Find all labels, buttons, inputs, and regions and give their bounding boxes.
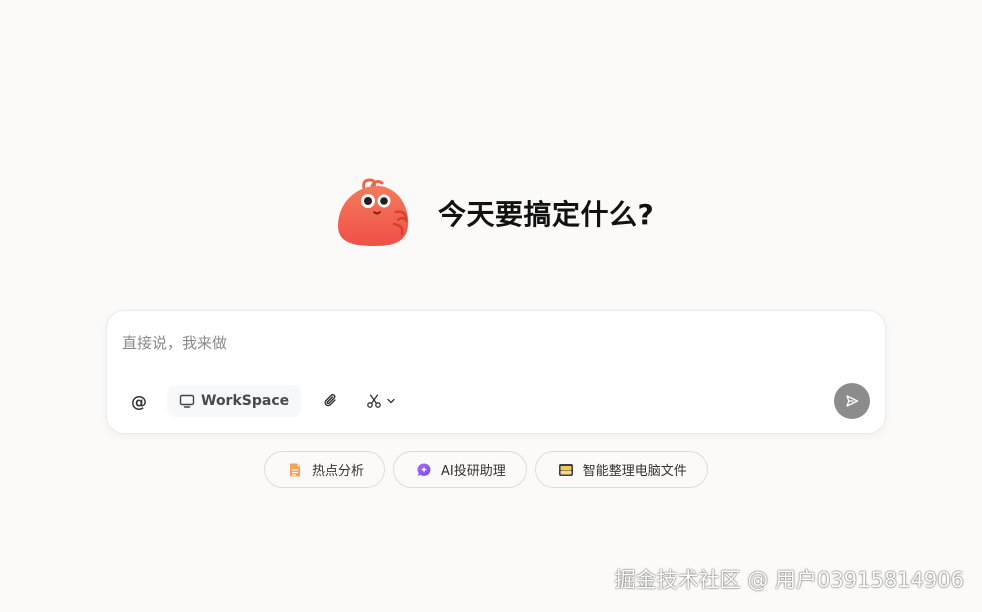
scissors-icon [367,394,381,408]
mascot-icon [338,178,409,246]
hero: 今天要搞定什么? [334,176,654,250]
document-icon [290,463,300,476]
mention-button[interactable]: @ [123,385,155,417]
paperclip-icon [324,394,336,407]
monitor-icon [179,394,195,408]
attach-button[interactable] [315,385,347,417]
send-icon [846,395,859,407]
composer-toolbar: @ WorkSpace [123,385,405,417]
prompt-input[interactable] [122,331,862,355]
folder-icon [558,463,573,476]
workspace-button[interactable]: WorkSpace [167,385,302,417]
at-icon: @ [131,391,147,411]
suggestion-chip-organize-files[interactable]: 智能整理电脑文件 [534,451,708,488]
send-button[interactable] [834,383,870,419]
suggestion-chip-trending-analysis[interactable]: 热点分析 [264,451,386,488]
home-page: 今天要搞定什么? @ WorkSpace [0,0,982,612]
page-title: 今天要搞定什么? [438,198,655,231]
chip-label: 热点分析 [312,464,365,479]
screenshot-button[interactable] [357,385,405,417]
prompt-composer: @ WorkSpace [106,310,886,434]
workspace-label: WorkSpace [201,393,290,409]
suggestion-chips: 热点分析 AI投研助理 智能整理电脑文件 [264,451,708,488]
suggestion-chip-ai-research[interactable]: AI投研助理 [393,451,527,488]
chevron-down-icon [387,398,395,404]
sparkle-chat-icon [417,463,431,476]
chip-label: AI投研助理 [441,464,506,479]
watermark: 掘金技术社区 @ 用户03915814906 [614,568,964,592]
chip-label: 智能整理电脑文件 [582,464,687,479]
